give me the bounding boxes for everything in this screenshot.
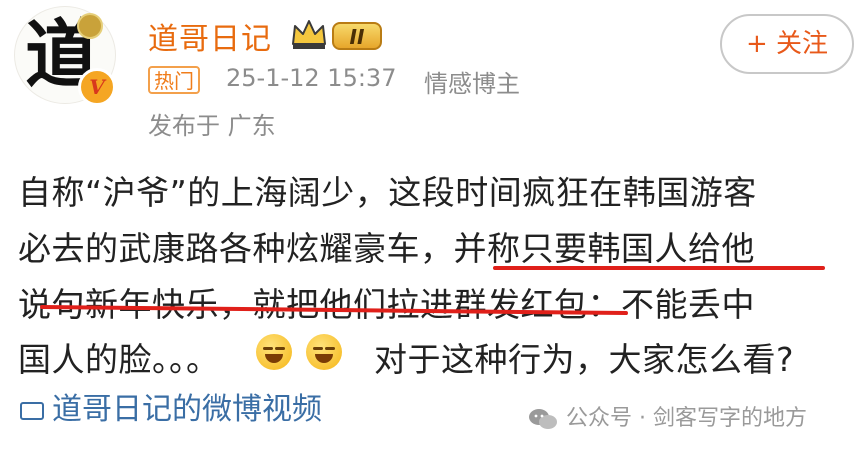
level-badge: II <box>332 22 382 50</box>
post-text-line: 国人的脸。。。 <box>18 340 220 379</box>
watermark-text: 公众号 · 剑客写字的地方 <box>566 406 807 431</box>
watermark: 公众号 · 剑客写字的地方 <box>528 400 807 432</box>
post-text-line: 说句新年快乐，就把他们拉进群发红包：不能丢中 <box>18 285 755 324</box>
hot-tag: 热门 <box>148 66 200 94</box>
verified-icon: V <box>78 68 116 106</box>
video-icon <box>20 401 44 420</box>
post-text-line: 对于这种行为，大家怎么看? <box>374 340 795 379</box>
avatar-stamp-icon <box>77 13 103 39</box>
post-text-line: 必去的武康路各种炫耀豪车，并称只要韩国人给他 <box>18 229 755 268</box>
highlight-underline <box>493 266 825 270</box>
post-timestamp: 25-1-12 15:37 <box>226 64 397 92</box>
emoji-smirk-icon <box>306 334 342 370</box>
emoji-smirk-icon <box>256 334 292 370</box>
wechat-icon <box>529 409 557 429</box>
post-text-line: 自称“沪爷”的上海阔少，这段时间疯狂在韩国游客 <box>18 173 757 212</box>
follow-button[interactable]: + 关注 <box>720 14 854 74</box>
crown-icon <box>292 20 326 49</box>
username[interactable]: 道哥日记 <box>148 14 272 58</box>
video-link-label: 道哥日记的微博视频 <box>52 392 322 427</box>
post-location: 发布于 广东 <box>148 112 276 140</box>
video-link[interactable]: 道哥日记的微博视频 <box>20 384 322 428</box>
author-category: 情感博主 <box>424 70 520 98</box>
